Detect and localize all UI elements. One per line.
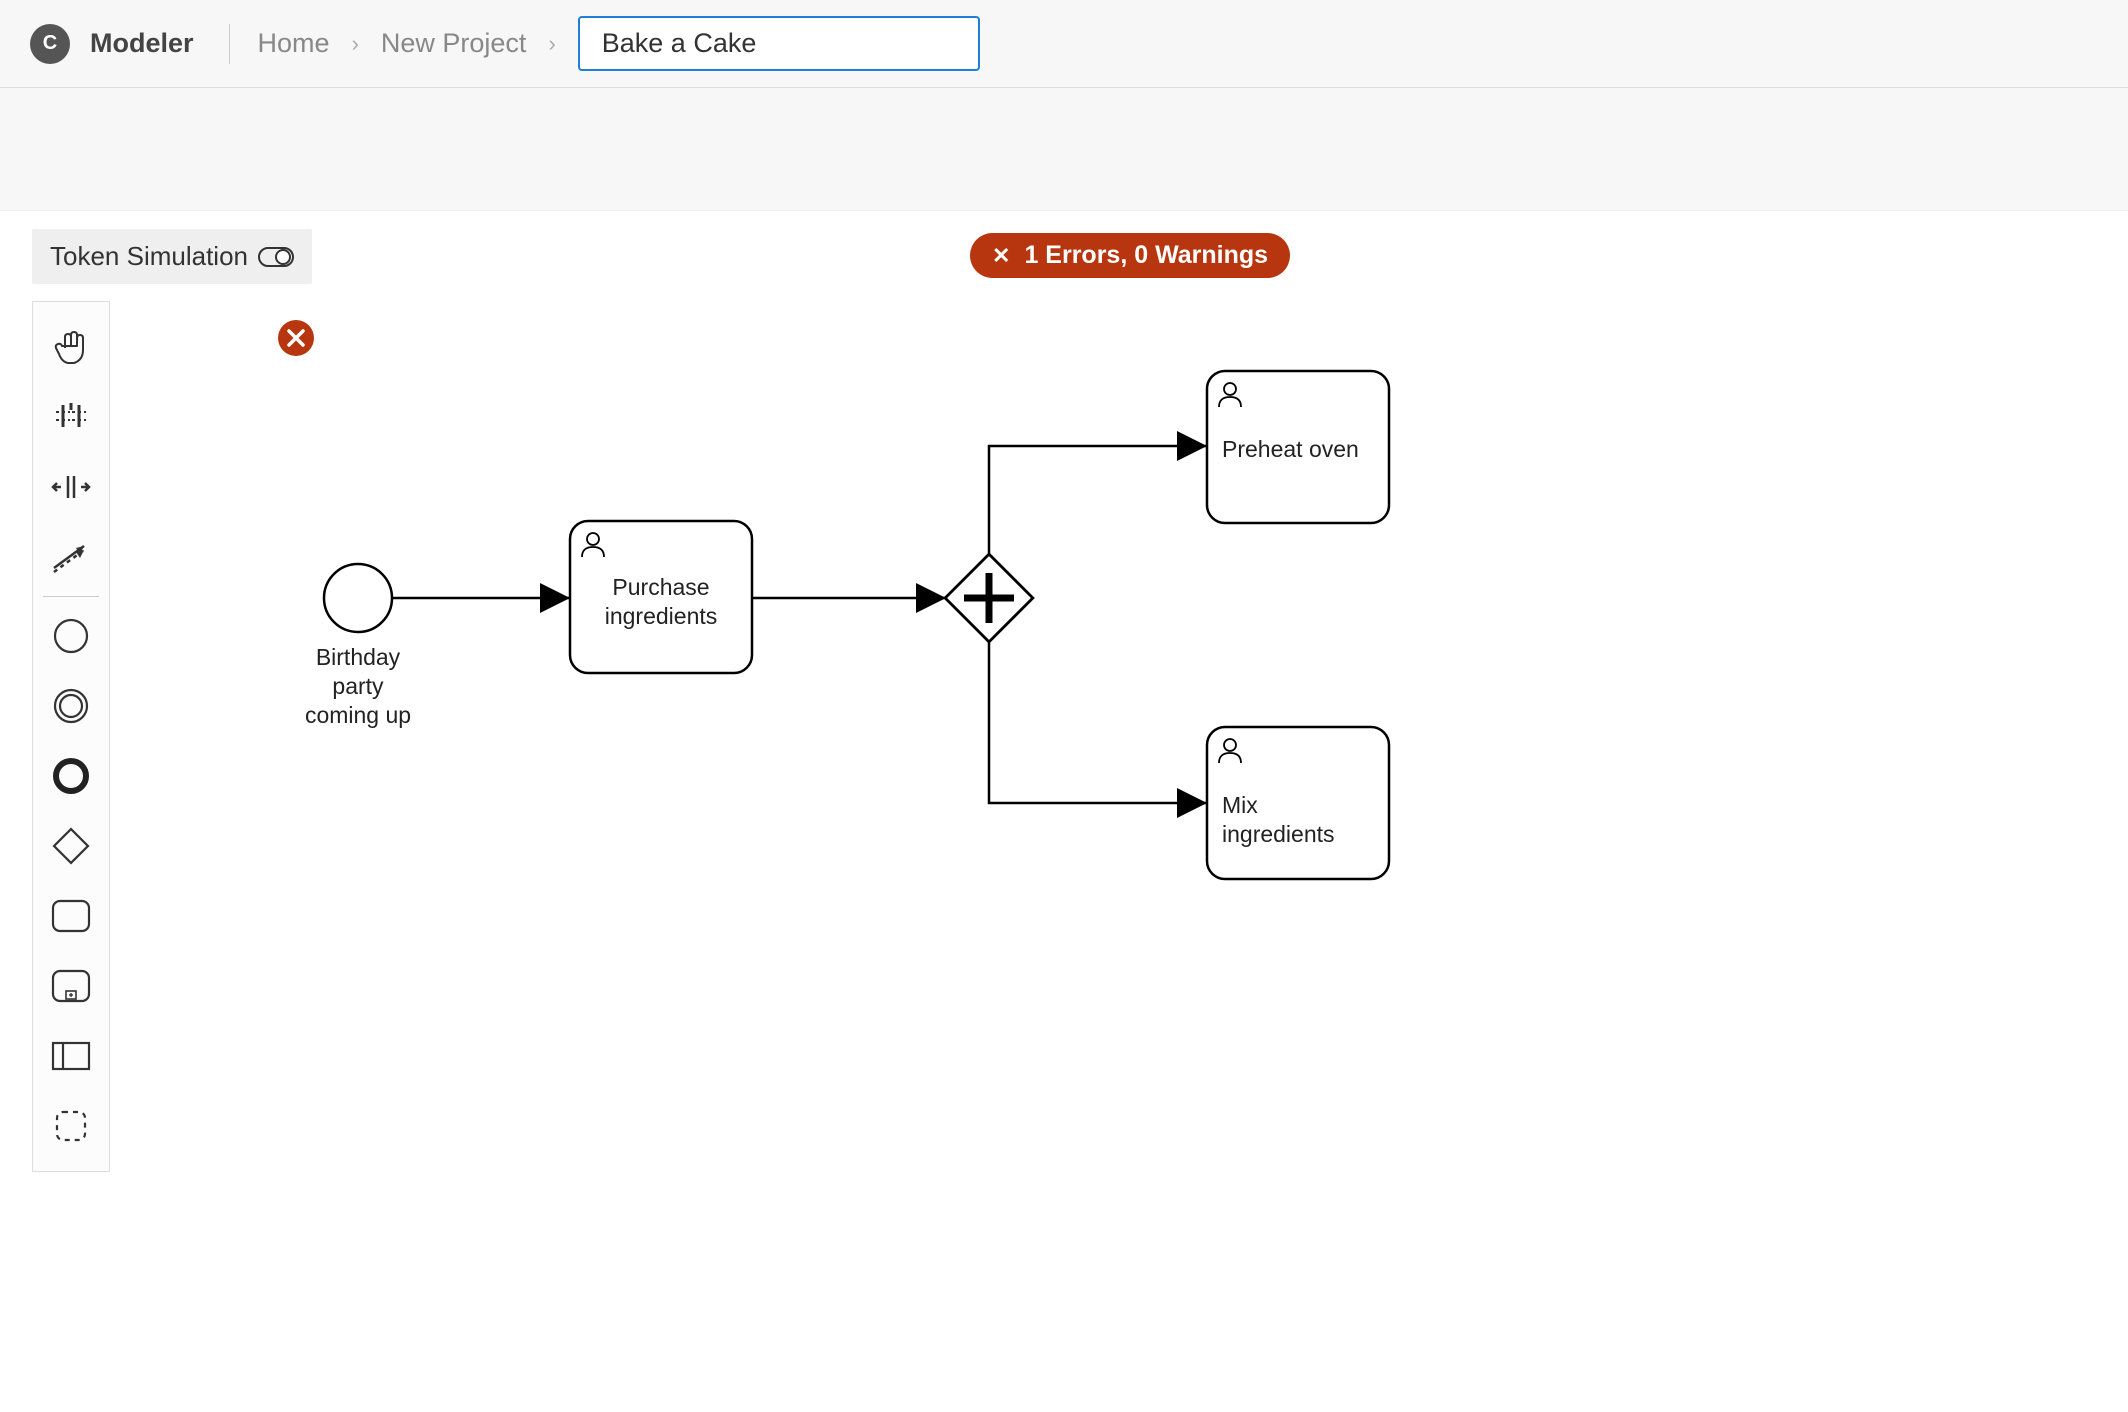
header-bar: C Modeler Home › New Project › bbox=[0, 0, 2128, 88]
breadcrumb-home[interactable]: Home bbox=[258, 28, 330, 59]
start-event-node[interactable] bbox=[324, 564, 392, 632]
sub-header bbox=[0, 88, 2128, 211]
task1-label: Purchase ingredients bbox=[600, 573, 722, 631]
error-overlay-marker[interactable] bbox=[278, 320, 314, 356]
diagram-name-input[interactable] bbox=[578, 16, 980, 71]
canvas[interactable]: Token Simulation ✕ 1 Errors, 0 Warnings bbox=[0, 211, 2128, 1412]
chevron-right-icon: › bbox=[352, 31, 359, 57]
app-title: Modeler bbox=[90, 28, 194, 59]
logo-letter: C bbox=[43, 32, 57, 55]
app-logo[interactable]: C bbox=[30, 24, 70, 64]
breadcrumb: Home › New Project › bbox=[258, 16, 980, 71]
start-event-label: Birthday party coming up bbox=[288, 643, 428, 729]
bpmn-diagram[interactable] bbox=[0, 211, 2128, 1412]
sequence-flow-3[interactable] bbox=[989, 446, 1207, 556]
task3-label: Mix ingredients bbox=[1222, 791, 1374, 849]
sequence-flow-4[interactable] bbox=[989, 640, 1207, 803]
parallel-gateway[interactable] bbox=[945, 554, 1033, 642]
breadcrumb-project[interactable]: New Project bbox=[381, 28, 527, 59]
chevron-right-icon: › bbox=[548, 31, 555, 57]
divider bbox=[229, 24, 230, 64]
task2-label: Preheat oven bbox=[1222, 435, 1374, 464]
